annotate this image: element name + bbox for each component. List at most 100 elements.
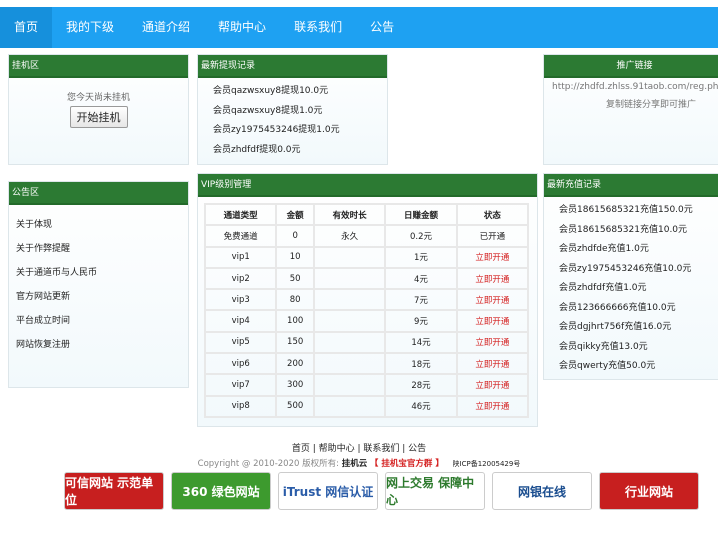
activate-link[interactable]: 立即开通 xyxy=(455,352,530,376)
table-cell: 0 xyxy=(275,224,315,248)
copyright-text: Copyright @ 2010-2020 版权所有: xyxy=(197,459,339,469)
official-group-link[interactable]: 【 挂机宝官方群 】 xyxy=(370,459,444,469)
table-row: vip6 200 18元 立即开通 xyxy=(203,352,530,376)
nav-subordinates[interactable]: 我的下级 xyxy=(52,7,128,48)
trust-badges: 可信网站 示范单位 360 绿色网站 iTrust 网信认证 网上交易 保障中心… xyxy=(64,472,699,510)
table-cell xyxy=(312,288,387,312)
activate-link[interactable]: 立即开通 xyxy=(455,394,530,418)
table-row: vip2 50 4元 立即开通 xyxy=(203,266,530,291)
table-cell xyxy=(312,309,387,333)
list-item: 会员qwerty充值50.0元 xyxy=(559,361,656,371)
footer-link-contact[interactable]: 联系我们 xyxy=(363,444,399,454)
notice-link[interactable]: 平台成立时间 xyxy=(9,309,188,333)
list-item: 会员123666666充值10.0元 xyxy=(559,302,676,313)
table-cell: 1元 xyxy=(384,245,458,269)
activate-link[interactable]: 立即开通 xyxy=(455,309,530,333)
badge-trade-center[interactable]: 网上交易 保障中心 xyxy=(385,472,485,510)
panel-title: VIP级别管理 xyxy=(198,174,537,197)
table-cell xyxy=(312,245,387,269)
table-cell: 200 xyxy=(275,352,315,376)
withdraw-panel: 最新提现记录 会员qazwsxuy8提现10.0元 会员qazwsxuy8提现1… xyxy=(197,54,388,165)
table-cell xyxy=(312,330,387,355)
promo-panel: 推广链接 http://zhdfd.zhlss.91taob.com/reg.p… xyxy=(543,54,718,165)
panel-title: 挂机区 xyxy=(9,55,188,78)
list-item: 会员zhdfdf充值1.0元 xyxy=(559,283,647,293)
table-cell: vip8 xyxy=(203,394,278,418)
nav-contact[interactable]: 联系我们 xyxy=(280,7,356,48)
column-header: 状态 xyxy=(455,202,530,227)
list-item: 会员dgjhrt756f充值16.0元 xyxy=(559,322,672,332)
footer-link-home[interactable]: 首页 xyxy=(292,444,310,454)
footer-link-announce[interactable]: 公告 xyxy=(408,444,426,454)
activate-link[interactable]: 立即开通 xyxy=(455,266,530,291)
table-cell: vip2 xyxy=(203,266,278,291)
badge-trusted-site[interactable]: 可信网站 示范单位 xyxy=(64,472,164,510)
table-cell: 已开通 xyxy=(455,224,530,248)
table-cell: 永久 xyxy=(312,224,387,248)
nav-home[interactable]: 首页 xyxy=(0,7,53,48)
table-cell: 150 xyxy=(275,330,315,355)
table-cell: vip1 xyxy=(203,245,278,269)
nav-help[interactable]: 帮助中心 xyxy=(204,7,280,48)
notice-link[interactable]: 关于作弊提醒 xyxy=(9,237,188,261)
table-cell: 28元 xyxy=(384,373,458,397)
nav-channels[interactable]: 通道介绍 xyxy=(128,7,204,48)
badge-chinabank[interactable]: 网银在线 xyxy=(492,472,592,510)
list-item: 会员18615685321充值10.0元 xyxy=(559,224,688,235)
table-cell: 10 xyxy=(275,245,315,269)
hang-panel: 挂机区 您今天尚未挂机 开始挂机 xyxy=(8,54,189,165)
list-item: 会员18615685321充值150.0元 xyxy=(559,205,693,215)
activate-link[interactable]: 立即开通 xyxy=(455,330,530,355)
list-item: 会员zhdfdf提现0.0元 xyxy=(213,144,301,155)
start-hang-button[interactable]: 开始挂机 xyxy=(69,106,128,128)
table-row: vip4 100 9元 立即开通 xyxy=(203,309,530,333)
promo-hint: 复制链接分享即可推广 xyxy=(606,100,697,110)
column-header: 日赚金额 xyxy=(384,202,458,227)
column-header: 金额 xyxy=(275,202,315,227)
list-item: 会员qazwsxuy8提现1.0元 xyxy=(213,105,323,116)
table-cell xyxy=(312,394,387,418)
table-cell xyxy=(312,373,387,397)
table-cell xyxy=(312,352,387,376)
column-header: 有效时长 xyxy=(312,202,387,227)
table-cell: 500 xyxy=(275,394,315,418)
table-cell: 300 xyxy=(275,373,315,397)
vip-panel: VIP级别管理 通道类型 金额 有效时长 日赚金额 状态 免费通道 0 永久 0.2元 已开通 v… xyxy=(197,173,538,427)
table-cell: vip6 xyxy=(203,352,278,376)
panel-title: 推广链接 xyxy=(544,55,718,78)
notice-link[interactable]: 关于通道币与人民币 xyxy=(9,261,188,285)
table-cell: vip5 xyxy=(203,330,278,355)
table-cell: 免费通道 xyxy=(203,224,278,248)
table-cell: 80 xyxy=(275,288,315,312)
panel-title: 最新提现记录 xyxy=(198,55,387,78)
table-cell: 0.2元 xyxy=(384,224,458,248)
table-cell: vip3 xyxy=(203,288,278,312)
brand: 挂机云 xyxy=(341,459,368,469)
list-item: 会员qikky充值13.0元 xyxy=(559,341,648,352)
table-cell: 18元 xyxy=(384,352,458,376)
badge-itrust[interactable]: iTrust 网信认证 xyxy=(278,472,378,510)
table-row: vip5 150 14元 立即开通 xyxy=(203,330,530,355)
badge-industry-site[interactable]: 行业网站 xyxy=(599,472,699,510)
notice-link[interactable]: 关于体现 xyxy=(9,213,188,237)
icp: 陕ICP备12005429号 xyxy=(452,460,521,468)
notice-link[interactable]: 官方网站更新 xyxy=(9,285,188,309)
badge-360[interactable]: 360 绿色网站 xyxy=(171,472,271,510)
footer-link-help[interactable]: 帮助中心 xyxy=(319,444,355,454)
activate-link[interactable]: 立即开通 xyxy=(455,288,530,312)
activate-link[interactable]: 立即开通 xyxy=(455,373,530,397)
promo-url[interactable]: http://zhdfd.zhlss.91taob.com/reg.php? xyxy=(544,78,718,92)
table-cell: 9元 xyxy=(384,309,458,333)
list-item: 会员zy1975453246充值10.0元 xyxy=(559,263,692,274)
main-nav: 首页 我的下级 通道介绍 帮助中心 联系我们 公告 xyxy=(0,7,718,48)
list-item: 会员zy1975453246提现1.0元 xyxy=(213,125,340,135)
table-cell: 46元 xyxy=(384,394,458,418)
activate-link[interactable]: 立即开通 xyxy=(455,245,530,269)
nav-announcements[interactable]: 公告 xyxy=(356,7,408,48)
copyright: Copyright @ 2010-2020 版权所有: 挂机云 【 挂机宝官方群… xyxy=(0,457,718,469)
table-row: vip8 500 46元 立即开通 xyxy=(203,394,530,418)
table-row: vip3 80 7元 立即开通 xyxy=(203,288,530,312)
notice-panel: 公告区 关于体现 关于作弊提醒 关于通道币与人民币 官方网站更新 平台成立时间 … xyxy=(8,181,189,388)
notice-link[interactable]: 网站恢复注册 xyxy=(9,333,188,357)
vip-table: 通道类型 金额 有效时长 日赚金额 状态 免费通道 0 永久 0.2元 已开通 vip1 10 1元立… xyxy=(203,202,530,418)
